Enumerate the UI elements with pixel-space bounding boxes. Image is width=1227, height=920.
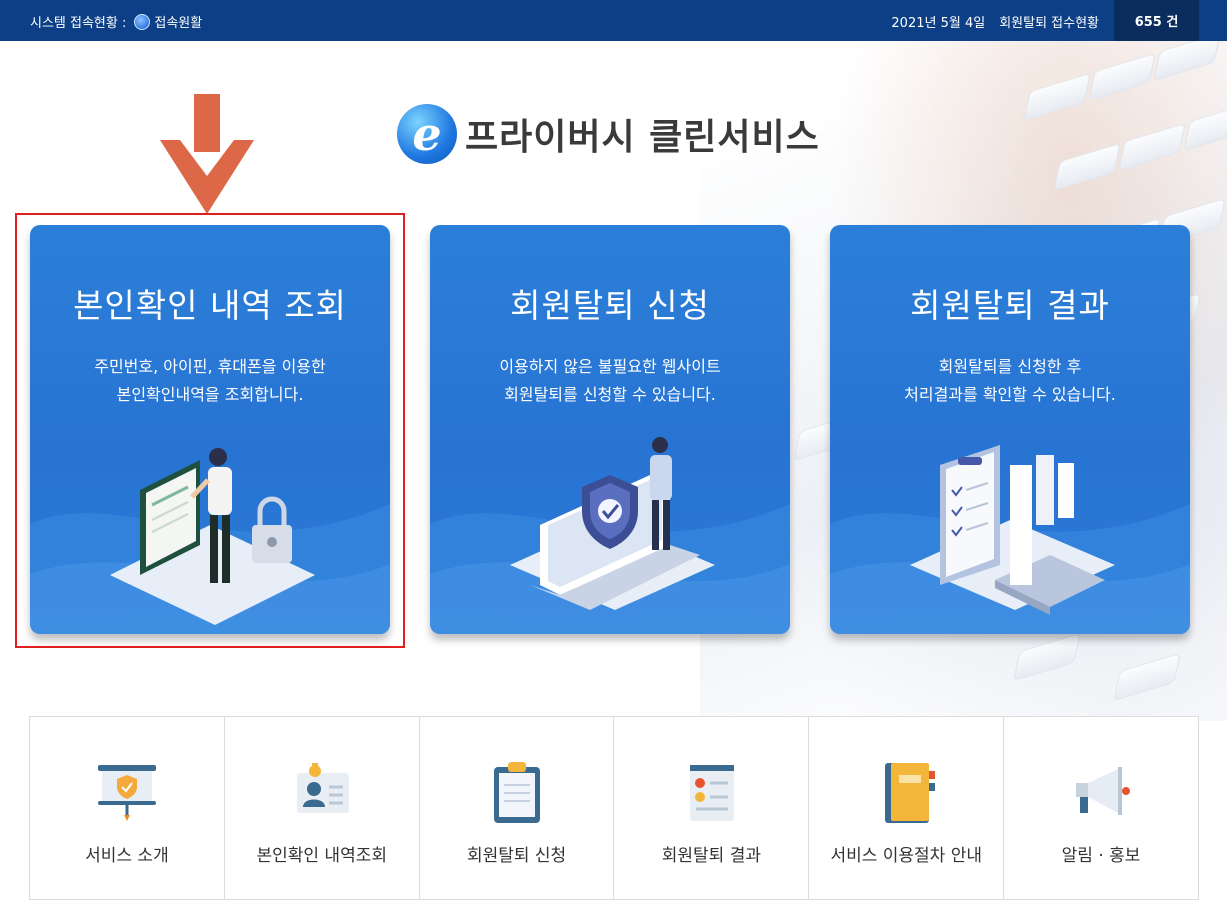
presentation-shield-icon: [97, 765, 156, 821]
identity-check-illustration-icon: [110, 448, 315, 625]
card-desc-line: 이용하지 않은 불필요한 웹사이트: [499, 357, 721, 376]
menu-label: 서비스 이용절차 안내: [830, 846, 983, 866]
card-desc-line: 회원탈퇴를 신청할 수 있습니다.: [504, 385, 716, 404]
top-status-bar: 시스템 접속현황 : 접속원활 2021년 5월 4일 회원탈퇴 접수현황 65…: [0, 0, 1227, 41]
notebook-icon: [885, 763, 936, 823]
receipt-status-label: 회원탈퇴 접수현황: [999, 16, 1099, 31]
system-status-label: 시스템 접속현황 :: [30, 16, 127, 31]
menu-label: 회원탈퇴 결과: [661, 846, 762, 866]
card-withdrawal-request[interactable]: 회원탈퇴 신청 이용하지 않은 불필요한 웹사이트 회원탈퇴를 신청할 수 있습…: [430, 225, 790, 634]
menu-service-intro[interactable]: 서비스 소개: [30, 717, 225, 899]
card-title: 회원탈퇴 결과: [910, 286, 1110, 325]
menu-identity-history[interactable]: 본인확인 내역조회: [225, 717, 420, 899]
service-logo[interactable]: e 프라이버시 클린서비스: [397, 104, 820, 164]
system-status: 시스템 접속현황 : 접속원활: [30, 12, 202, 31]
laptop-shield-illustration-icon: [510, 437, 715, 610]
card-description: 주민번호, 아이핀, 휴대폰을 이용한 본인확인내역을 조회합니다.: [30, 353, 390, 409]
card-desc-line: 주민번호, 아이핀, 휴대폰을 이용한: [94, 357, 326, 376]
menu-label: 서비스 소개: [85, 846, 169, 866]
card-desc-line: 회원탈퇴를 신청한 후: [938, 357, 1082, 376]
menu-label: 알림 · 홍보: [1061, 846, 1141, 866]
menu-withdrawal-result[interactable]: 회원탈퇴 결과: [614, 717, 810, 899]
e-logo-icon: e: [397, 104, 457, 164]
card-description: 이용하지 않은 불필요한 웹사이트 회원탈퇴를 신청할 수 있습니다.: [430, 353, 790, 409]
card-title: 본인확인 내역 조회: [73, 286, 347, 325]
clipboard-icon: [493, 762, 540, 823]
checklist-icon: [690, 765, 735, 821]
id-card-icon: [296, 763, 349, 813]
clipboard-result-illustration-icon: [910, 445, 1115, 615]
card-desc-line: 처리결과를 확인할 수 있습니다.: [904, 385, 1116, 404]
status-dot-icon: [134, 13, 151, 30]
status-date: 2021년 5월 4일: [891, 16, 986, 31]
logo-text: 프라이버시 클린서비스: [465, 117, 820, 158]
card-title: 회원탈퇴 신청: [510, 286, 710, 325]
menu-withdrawal-request[interactable]: 회원탈퇴 신청: [420, 717, 615, 899]
down-arrow-icon: [160, 94, 254, 214]
card-withdrawal-result[interactable]: 회원탈퇴 결과 회원탈퇴를 신청한 후 처리결과를 확인할 수 있습니다.: [830, 225, 1190, 634]
receipt-count: 655 건: [1114, 0, 1199, 41]
menu-service-procedure[interactable]: 서비스 이용절차 안내: [809, 717, 1005, 899]
quick-menu: 서비스 소개 본인확인 내역조회 회원탈퇴 신청 회원탈퇴 결과 서비스 이용절…: [29, 716, 1199, 900]
receipt-status: 2021년 5월 4일 회원탈퇴 접수현황: [891, 12, 1099, 31]
card-description: 회원탈퇴를 신청한 후 처리결과를 확인할 수 있습니다.: [830, 353, 1190, 409]
menu-label: 회원탈퇴 신청: [466, 846, 567, 866]
menu-label: 본인확인 내역조회: [256, 846, 387, 866]
card-desc-line: 본인확인내역을 조회합니다.: [116, 385, 304, 404]
system-status-value: 접속원활: [154, 16, 203, 31]
megaphone-icon: [1076, 767, 1131, 815]
card-identity-history[interactable]: 본인확인 내역 조회 주민번호, 아이핀, 휴대폰을 이용한 본인확인내역을 조…: [30, 225, 390, 634]
menu-notice-promotion[interactable]: 알림 · 홍보: [1004, 717, 1198, 899]
